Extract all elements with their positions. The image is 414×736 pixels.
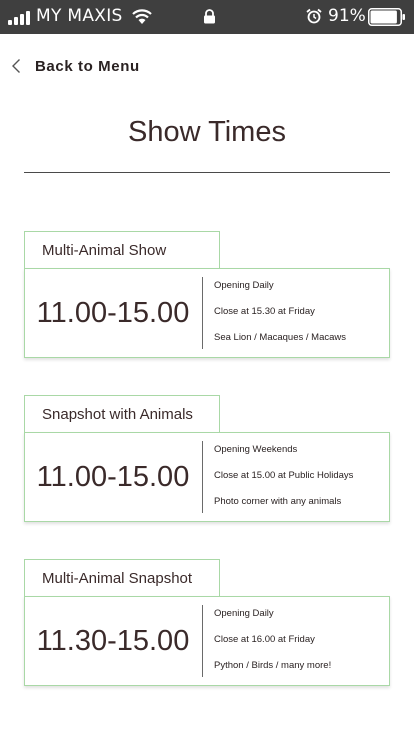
show-detail-opening: Opening Daily	[214, 280, 274, 291]
show-detail-opening: Opening Daily	[214, 608, 274, 619]
show-detail-opening: Opening Weekends	[214, 444, 298, 455]
show-details: Opening Daily Close at 15.30 at Friday S…	[214, 280, 346, 358]
battery-percent: 91%	[328, 6, 366, 26]
show-detail-closing: Close at 15.30 at Friday	[214, 306, 315, 317]
lock-icon	[204, 9, 215, 24]
show-card: 11.30-15.00 Opening Daily Close at 16.00…	[24, 596, 390, 686]
page-title: Show Times	[128, 116, 286, 148]
show-time: 11.00-15.00	[36, 297, 190, 329]
show-card: 11.00-15.00 Opening Weekends Close at 15…	[24, 432, 390, 522]
card-divider	[202, 277, 203, 349]
card-divider	[202, 605, 203, 677]
chevron-left-icon	[12, 59, 20, 73]
alarm-clock-icon	[306, 8, 322, 24]
show-detail-animals: Python / Birds / many more!	[214, 660, 332, 671]
signal-icon	[8, 11, 30, 25]
carrier-name: MY MAXIS	[36, 6, 123, 26]
show-time: 11.00-15.00	[36, 461, 190, 493]
status-bar: MY MAXIS 91%	[0, 0, 414, 34]
wifi-icon	[132, 9, 152, 24]
show-details: Opening Daily Close at 16.00 at Friday P…	[214, 608, 331, 686]
card-divider	[202, 441, 203, 513]
show-detail-animals: Photo corner with any animals	[214, 496, 342, 507]
show-name-tab: Multi-Animal Snapshot	[24, 559, 220, 597]
show-detail-animals: Sea Lion / Macaques / Macaws	[214, 332, 347, 343]
back-to-menu-button[interactable]: Back to Menu	[11, 56, 140, 76]
show-card: 11.00-15.00 Opening Daily Close at 15.30…	[24, 268, 390, 358]
show-name-tab: Multi-Animal Show	[24, 231, 220, 269]
show-name-tab: Snapshot with Animals	[24, 395, 220, 433]
show-time: 11.30-15.00	[36, 625, 190, 657]
show-detail-closing: Close at 16.00 at Friday	[214, 634, 315, 645]
show-details: Opening Weekends Close at 15.00 at Publi…	[214, 444, 353, 522]
battery-icon	[368, 8, 405, 26]
back-label: Back to Menu	[35, 57, 140, 75]
title-divider	[24, 172, 390, 173]
show-detail-closing: Close at 15.00 at Public Holidays	[214, 470, 354, 481]
